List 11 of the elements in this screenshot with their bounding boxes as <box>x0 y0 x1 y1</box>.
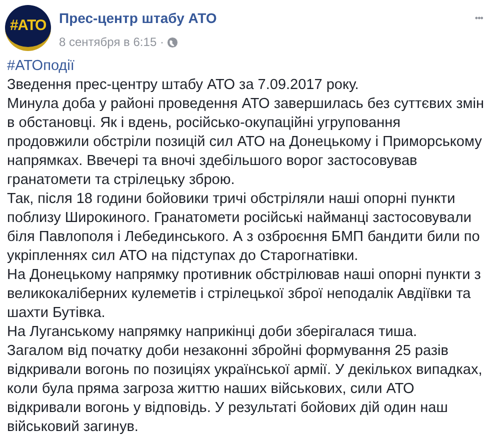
post-paragraph: На Донецькому напрямку противник обстрілював наші опорні пункти з великокаліберних кулеметів і стрілецької зброї неподалік Авдіївки та шахти Бутівка. <box>7 266 482 323</box>
post-paragraph: Загалом від початку доби незаконні збройні формування 25 разів відкривали вогонь по позиціях української армії. У декількох випадках, коли була пряма загроза життю наших військових, сили АТО відкривали вогонь у відповідь. У результаті бойових дій один наш військовий загинув. <box>7 342 484 437</box>
author-link[interactable]: Прес-центр штабу АТО <box>59 9 475 27</box>
hashtag-link[interactable]: #АТОподії <box>7 58 74 74</box>
post-paragraph: Так, після 18 години бойовики тричі обстріляли наші опорні пункти поблизу Широкиного. Гранатомети російські найманці застосовували біля Павлополя і Лебединського. А з озброєння БМП бандити били по укріпленнях сил АТО на підступах до Старогнатівки. <box>7 190 481 266</box>
avatar-logo-text: #АТО <box>10 16 46 36</box>
globe-icon <box>166 36 178 48</box>
post-paragraph: Минула доба у районі проведення АТО завершилась без суттєвих змін в обстановці. Як і вдень, російсько-окупаційні угруповання продовжили обстріли позицій сил АТО на Донецькому і Приморському напрямках. Ввечері та вночі здебільшого ворог застосовував гранатомети та стрілецьку зброю. <box>7 95 484 190</box>
post-paragraph: На Луганському напрямку наприкінці доби зберігалася тиша. <box>7 323 418 342</box>
post-paragraph: Зведення прес-центру штабу АТО за 7.09.2017 року. <box>7 76 360 95</box>
avatar[interactable]: #АТО <box>5 5 51 51</box>
